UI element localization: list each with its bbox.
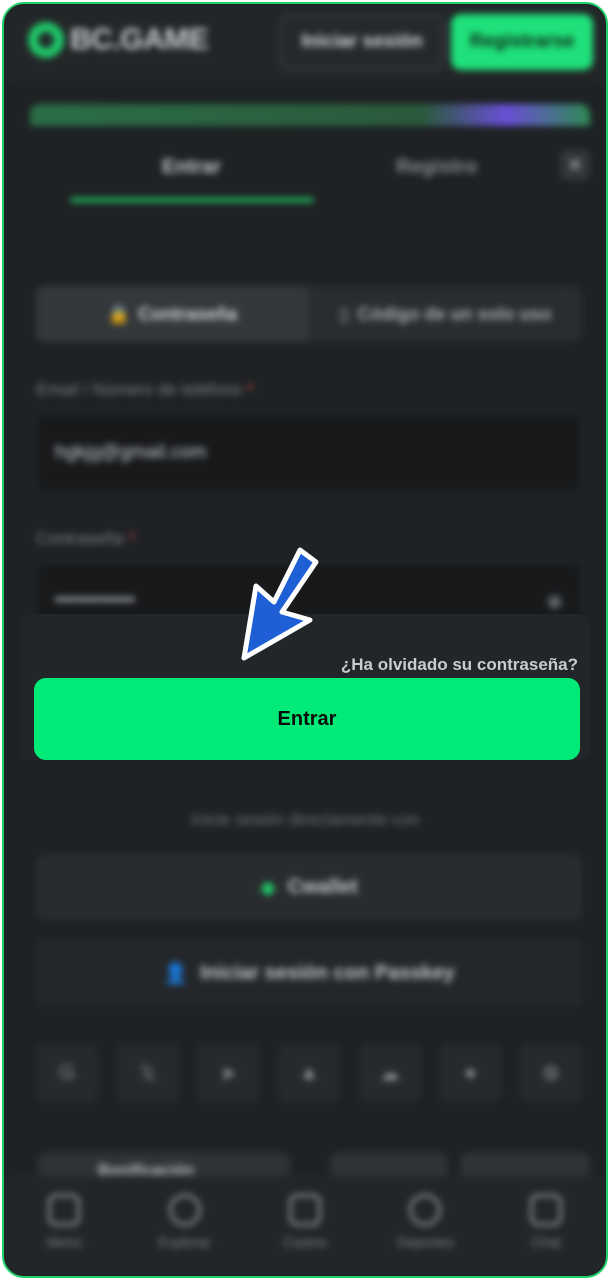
email-label-text: Email / Número de teléfono: [36, 380, 242, 399]
nav-label: Casino: [283, 1234, 327, 1250]
method-otp-label: Código de un solo uso: [357, 303, 552, 324]
whatsapp-icon[interactable]: ●: [439, 1044, 502, 1102]
email-field[interactable]: hgkjg@gmail.com: [36, 414, 582, 492]
nav-label: Deportes: [396, 1234, 454, 1250]
email-label: Email / Número de teléfono *: [36, 380, 253, 400]
active-tab-indicator: [70, 198, 314, 202]
nav-label: Menú: [46, 1234, 82, 1250]
password-value: ••••••••••••: [55, 590, 135, 611]
passkey-button[interactable]: 👤 Iniciar sesión con Passkey: [36, 940, 582, 1006]
line-icon[interactable]: ☁: [358, 1044, 421, 1102]
tab-entrar[interactable]: Entrar: [162, 156, 221, 179]
nav-item-menu[interactable]: Menú: [14, 1194, 114, 1250]
telegram-icon[interactable]: ➤: [197, 1044, 260, 1102]
bottom-navigation: Menú Explorar Casino Deportes Chat: [4, 1176, 606, 1276]
login-method-toggle: 🔒 Contraseña ▯ Código de un solo uso: [36, 286, 582, 342]
social-login-row: G 𝕏 ➤ ▲ ☁ ● ⚙: [36, 1044, 582, 1102]
logo-text: BC.GAME: [70, 23, 209, 56]
nav-item-explore[interactable]: Explorar: [135, 1194, 235, 1250]
forgot-password-link[interactable]: ¿Ha olvidado su contraseña?: [341, 655, 578, 675]
required-mark: *: [246, 380, 254, 399]
method-password[interactable]: 🔒 Contraseña: [36, 286, 309, 342]
top-header: BC.GAME Iniciar sesión Registrarse: [4, 4, 606, 84]
header-register-button[interactable]: Registrarse: [451, 14, 593, 70]
cwallet-icon: ◆: [260, 876, 276, 899]
method-password-label: Contraseña: [138, 303, 238, 324]
login-submit-button[interactable]: Entrar: [34, 678, 580, 760]
method-otp[interactable]: ▯ Código de un solo uso: [309, 286, 582, 342]
steam-icon[interactable]: ⚙: [519, 1044, 582, 1102]
search-icon: [168, 1194, 201, 1226]
app-frame: BC.GAME Iniciar sesión Registrarse Entra…: [2, 2, 608, 1278]
metamask-icon[interactable]: ▲: [277, 1044, 340, 1102]
cwallet-label: Cwallet: [287, 875, 358, 898]
lock-icon: 🔒: [107, 303, 131, 324]
bc-game-logo-icon: [28, 22, 64, 58]
google-icon[interactable]: G: [36, 1044, 98, 1102]
logo[interactable]: BC.GAME: [28, 22, 209, 58]
password-label: Contraseña *: [36, 529, 135, 549]
required-mark: *: [128, 529, 136, 548]
menu-icon: [48, 1194, 81, 1226]
x-icon[interactable]: 𝕏: [116, 1044, 179, 1102]
nav-item-casino[interactable]: Casino: [255, 1194, 355, 1250]
header-login-button[interactable]: Iniciar sesión: [280, 14, 444, 70]
nav-item-sports[interactable]: Deportes: [375, 1194, 475, 1250]
eye-icon[interactable]: ◉: [546, 590, 563, 613]
close-button[interactable]: ✕: [560, 150, 590, 180]
auth-tabs: Entrar Registro: [4, 134, 606, 204]
pointer-arrow-icon: [241, 547, 319, 661]
sports-icon: [409, 1194, 442, 1226]
nav-label: Chat: [530, 1234, 561, 1250]
close-icon: ✕: [567, 154, 583, 175]
direct-login-text: Inicie sesión directamente con: [190, 810, 420, 829]
nav-item-chat[interactable]: Chat: [496, 1194, 596, 1250]
password-label-text: Contraseña: [36, 529, 124, 548]
tab-registro[interactable]: Registro: [396, 156, 477, 179]
phone-icon: ▯: [339, 303, 350, 324]
casino-icon: [288, 1194, 321, 1226]
chat-icon: [529, 1194, 562, 1226]
promo-banner-strip: [30, 104, 590, 126]
passkey-label: Iniciar sesión con Passkey: [200, 961, 455, 984]
cwallet-button[interactable]: ◆ Cwallet: [36, 854, 582, 920]
passkey-icon: 👤: [163, 962, 189, 985]
nav-label: Explorar: [158, 1234, 211, 1250]
